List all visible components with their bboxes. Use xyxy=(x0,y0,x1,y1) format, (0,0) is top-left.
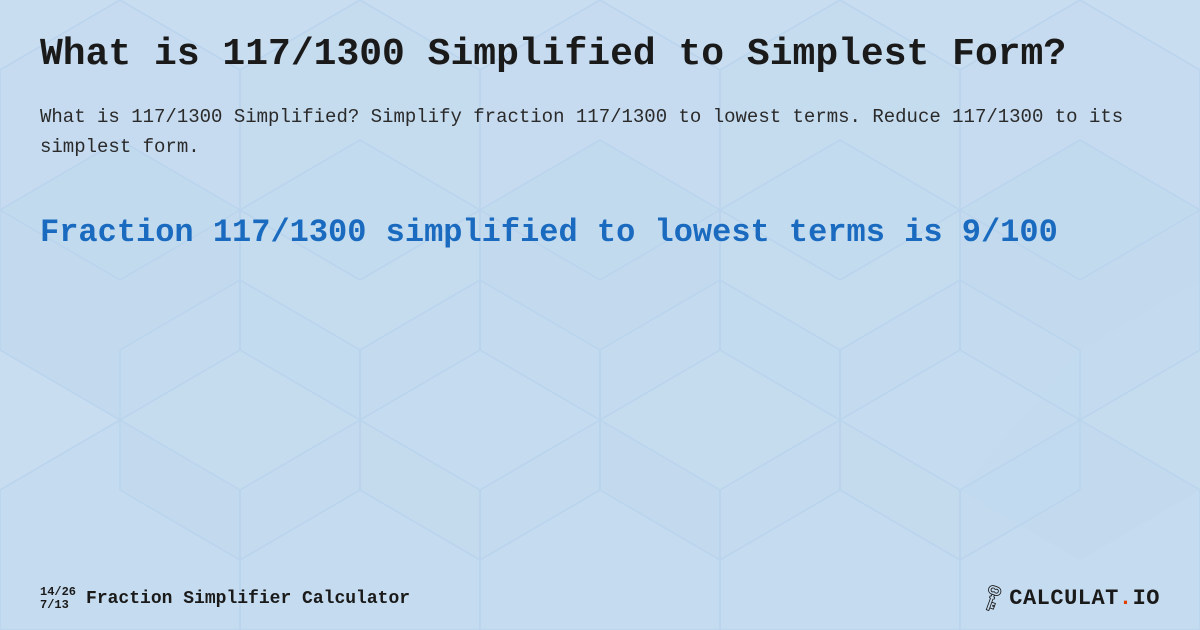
result-text: Fraction 117/1300 simplified to lowest t… xyxy=(40,212,1160,254)
result-section: Fraction 117/1300 simplified to lowest t… xyxy=(40,212,1160,254)
page-title: What is 117/1300 Simplified to Simplest … xyxy=(40,32,1160,78)
page-content: What is 117/1300 Simplified to Simplest … xyxy=(0,0,1200,630)
description-text: What is 117/1300 Simplified? Simplify fr… xyxy=(40,102,1160,163)
